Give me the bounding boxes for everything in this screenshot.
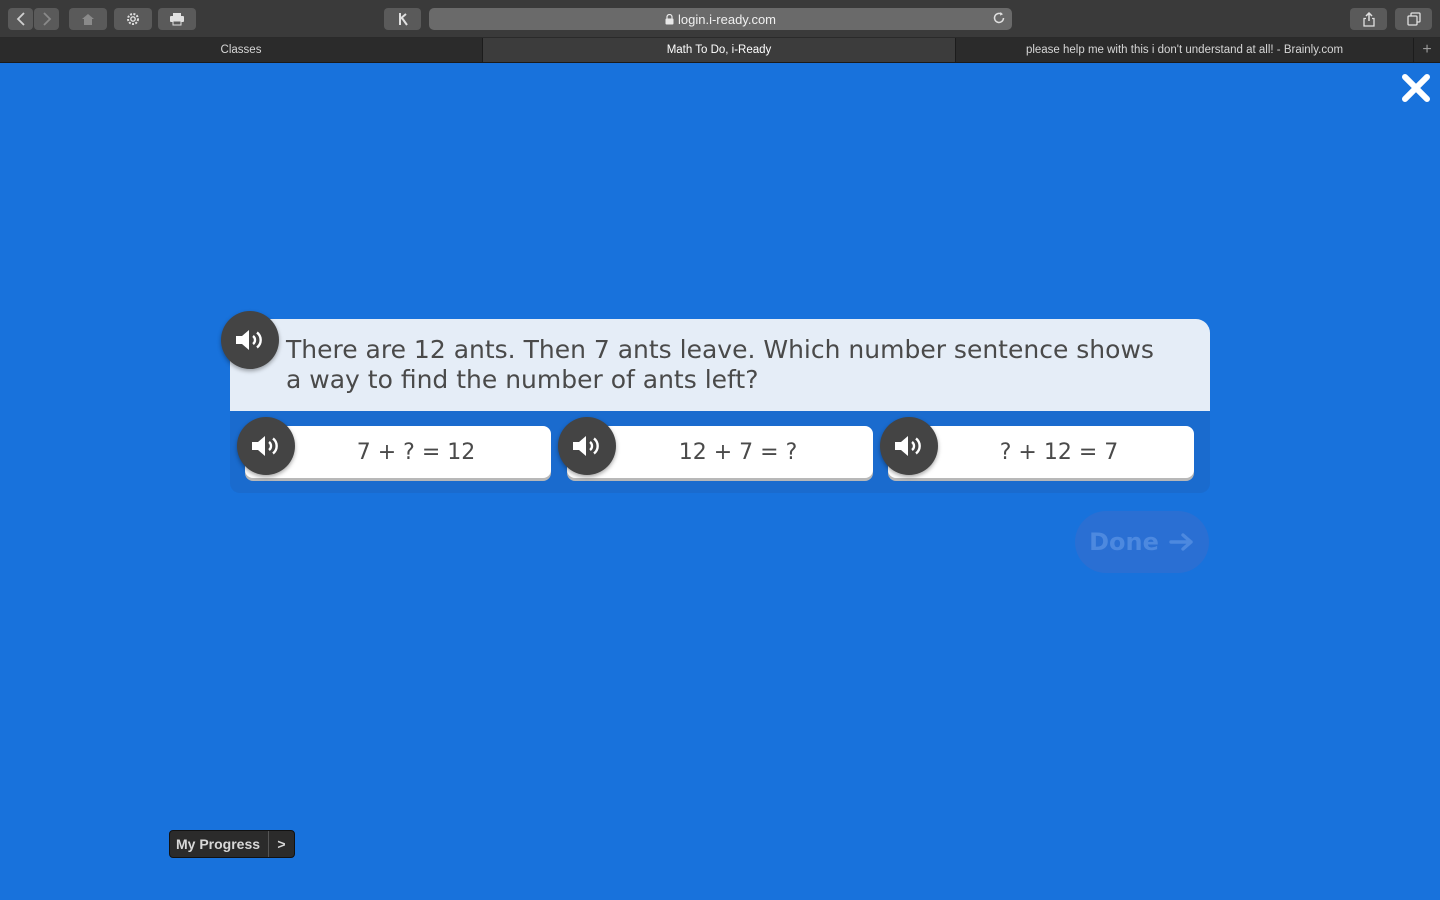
forward-icon [42,12,51,26]
share-icon [1362,11,1375,27]
print-icon [170,13,184,26]
my-progress-button[interactable]: My Progress > [169,830,295,858]
question-text: There are 12 ants. Then 7 ants leave. Wh… [286,335,1154,394]
tab-brainly[interactable]: please help me with this i don't underst… [956,38,1414,62]
arrow-right-icon [1169,532,1195,552]
address-bar[interactable]: login.i-ready.com [429,8,1012,30]
tab-math-to-do[interactable]: Math To Do, i-Ready [483,38,956,62]
done-button[interactable]: Done [1075,511,1209,573]
forward-button[interactable] [34,8,59,30]
speaker-icon [252,436,278,456]
share-button[interactable] [1350,8,1387,30]
question-panel: There are 12 ants. Then 7 ants leave. Wh… [230,319,1210,411]
done-label: Done [1089,528,1159,556]
question-audio-button[interactable] [221,311,279,369]
gear-icon [127,13,139,25]
answer-choice-text: 7 + ? = 12 [356,439,476,465]
tabs-overview-button[interactable] [1395,8,1432,30]
answer-2-audio-button[interactable] [558,417,616,475]
extension-button[interactable] [384,8,421,30]
tab-label: Classes [220,44,262,56]
back-icon [16,12,25,26]
answer-1-audio-button[interactable] [237,417,295,475]
tab-label: please help me with this i don't underst… [1025,44,1344,56]
tab-label: Math To Do, i-Ready [666,44,772,56]
answer-choice-text: ? + 12 = 7 [999,439,1119,465]
new-tab-button[interactable]: + [1414,38,1440,62]
home-icon [82,13,94,25]
browser-toolbar: login.i-ready.com [0,0,1440,38]
lock-icon [665,13,674,25]
reload-icon[interactable] [992,11,1006,28]
close-lesson-button[interactable] [1400,72,1432,104]
tabs-overview-icon [1406,12,1421,26]
speaker-icon [236,330,262,350]
tab-strip: Classes Math To Do, i-Ready please help … [0,38,1440,63]
chevron-right-icon: > [277,836,286,852]
speaker-icon [895,436,921,456]
close-icon [1402,74,1430,102]
answer-3-audio-button[interactable] [880,417,938,475]
my-progress-label: My Progress [170,831,269,857]
print-button[interactable] [158,8,196,30]
extension-icon [398,13,408,26]
settings-button[interactable] [114,8,152,30]
speaker-icon [573,436,599,456]
home-button[interactable] [69,8,107,30]
url-text: login.i-ready.com [677,11,777,27]
answer-choice-text: 12 + 7 = ? [678,439,798,465]
tab-classes[interactable]: Classes [0,38,483,62]
back-button[interactable] [8,8,33,30]
